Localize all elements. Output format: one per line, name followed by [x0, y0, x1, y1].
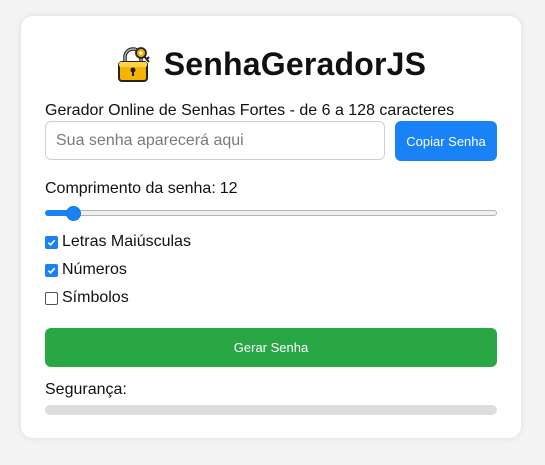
password-output-field[interactable] [45, 121, 385, 160]
copy-password-button[interactable]: Copiar Senha [395, 121, 497, 161]
option-symbols[interactable]: Símbolos [45, 289, 129, 307]
lock-with-key-icon [116, 46, 152, 82]
slider-thumb[interactable] [66, 206, 82, 221]
option-uppercase[interactable]: Letras Maiúsculas [45, 233, 191, 251]
header: SenhaGeradorJS [21, 42, 521, 86]
length-label: Comprimento da senha: [45, 180, 216, 197]
length-label-row: Comprimento da senha: 12 [45, 180, 238, 198]
length-slider[interactable] [45, 206, 497, 221]
option-numbers[interactable]: Números [45, 261, 127, 279]
security-label: Segurança: [45, 381, 127, 398]
uppercase-label: Letras Maiúsculas [62, 233, 191, 250]
length-value: 12 [219, 180, 238, 197]
app-title: SenhaGeradorJS [163, 45, 427, 82]
uppercase-checkbox[interactable] [45, 235, 58, 249]
subtitle: Gerador Online de Senhas Fortes - de 6 a… [45, 102, 455, 119]
numbers-label: Números [62, 261, 127, 278]
generate-password-button[interactable]: Gerar Senha [45, 328, 497, 367]
numbers-checkbox[interactable] [45, 263, 58, 277]
slider-track [45, 210, 497, 216]
symbols-label: Símbolos [62, 289, 129, 306]
symbols-checkbox[interactable] [45, 291, 58, 305]
security-strength-bar [45, 405, 497, 415]
generator-card: SenhaGeradorJS Gerador Online de Senhas … [21, 16, 521, 438]
